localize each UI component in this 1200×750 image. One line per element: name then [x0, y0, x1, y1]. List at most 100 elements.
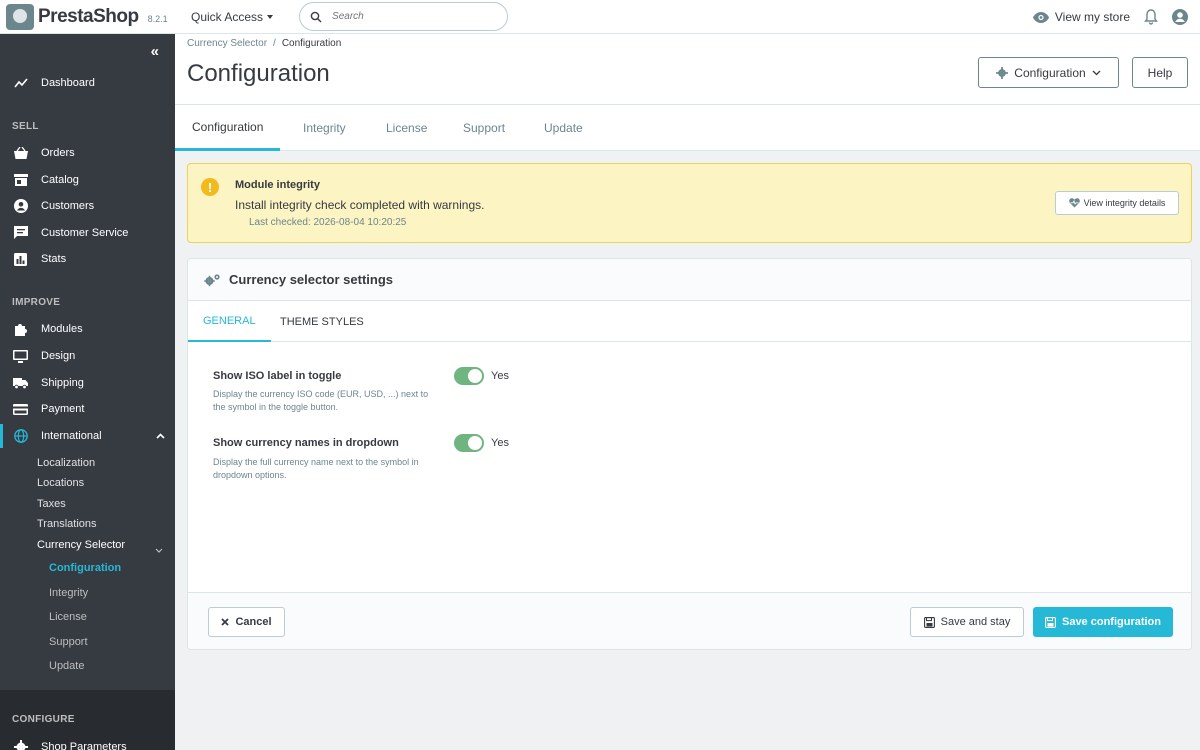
search-box[interactable]: [299, 2, 509, 31]
breadcrumb: Currency Selector / Configuration: [187, 38, 342, 49]
close-icon: [221, 618, 230, 626]
sidebar-item-international[interactable]: International: [0, 424, 175, 448]
sidebar-subitem-translations[interactable]: Translations: [37, 518, 97, 530]
save-and-stay-label: Save and stay: [940, 616, 1011, 628]
sidebar-item-label: International: [41, 430, 102, 442]
sidebar-configure-area: CONFIGURE Shop Parameters: [0, 690, 175, 750]
eye-icon: [1032, 11, 1049, 23]
section-improve: IMPROVE: [12, 297, 61, 308]
quick-access-dropdown[interactable]: Quick Access: [191, 9, 274, 24]
sidebar-item-orders[interactable]: Orders: [0, 141, 175, 165]
trending-up-icon: [13, 76, 28, 91]
sidebar-item-label: Payment: [41, 403, 85, 415]
sidebar-item-design[interactable]: Design: [0, 344, 175, 368]
sidebar-item-modules[interactable]: Modules: [0, 317, 175, 341]
collapse-sidebar-icon[interactable]: «: [151, 43, 159, 60]
view-my-store-link[interactable]: View my store: [1032, 10, 1130, 24]
sidebar-subitem-localization[interactable]: Localization: [37, 457, 95, 469]
warning-icon: !: [201, 178, 219, 196]
truck-icon: [13, 376, 28, 391]
sidebar-item-stats[interactable]: Stats: [0, 247, 175, 271]
sidebar-item-dashboard[interactable]: Dashboard: [0, 71, 175, 95]
card-title: Currency selector settings: [229, 272, 394, 287]
alert-title: Module integrity: [235, 179, 320, 191]
tab-support[interactable]: Support: [463, 105, 505, 151]
view-integrity-details-label: View integrity details: [1083, 198, 1166, 208]
view-integrity-details-button[interactable]: View integrity details: [1055, 191, 1179, 215]
chevron-down-icon: [1092, 70, 1101, 75]
section-configure: CONFIGURE: [12, 714, 75, 725]
sidebar-subitem-currency-selector[interactable]: Currency Selector: [37, 539, 125, 551]
sidebar-item-customer-service[interactable]: Customer Service: [0, 221, 175, 245]
quick-access-label: Quick Access: [191, 9, 264, 24]
page-tabs: Configuration Integrity License Support …: [175, 105, 1200, 151]
settings-subtabs: GENERAL THEME STYLES: [188, 301, 1191, 342]
help-button[interactable]: Help: [1132, 57, 1188, 88]
notifications-button[interactable]: [1144, 9, 1158, 25]
cancel-button[interactable]: Cancel: [208, 607, 285, 637]
sidebar-item-label: Shop Parameters: [41, 741, 127, 750]
search-input[interactable]: [332, 11, 493, 22]
page-header: Currency Selector / Configuration Configur…: [175, 34, 1200, 105]
gears-icon: [204, 273, 220, 286]
account-icon: [1172, 9, 1188, 25]
prestashop-logo-icon: [6, 3, 34, 30]
tab-configuration[interactable]: Configuration: [175, 105, 281, 151]
sidebar-subitem-support[interactable]: Support: [49, 636, 88, 648]
sidebar-item-label: Dashboard: [41, 77, 95, 89]
cancel-label: Cancel: [235, 616, 272, 628]
chat-icon: [13, 226, 28, 241]
gear-icon: [996, 66, 1009, 79]
credit-card-icon: [13, 402, 28, 417]
field-label-iso-toggle: Show ISO label in toggle: [213, 370, 342, 382]
bar-chart-icon: [13, 252, 28, 267]
search-icon: [310, 11, 322, 22]
sidebar-item-label: Customer Service: [41, 227, 129, 239]
sidebar-item-shipping[interactable]: Shipping: [0, 371, 175, 395]
breadcrumb-current: Configuration: [281, 38, 342, 49]
tab-update[interactable]: Update: [544, 105, 583, 151]
sidebar: « Dashboard SELL Orders Catalog Customer…: [0, 34, 175, 750]
sidebar-item-label: Design: [41, 350, 76, 362]
subtab-theme-styles[interactable]: THEME STYLES: [280, 301, 364, 342]
currency-names-toggle-value: Yes: [491, 437, 509, 449]
basket-icon: [13, 146, 28, 161]
sidebar-item-shop-parameters[interactable]: Shop Parameters: [0, 735, 175, 750]
currency-names-toggle-switch[interactable]: [454, 434, 484, 452]
save-and-stay-button[interactable]: Save and stay: [910, 607, 1024, 637]
chevron-down-icon: [155, 542, 163, 556]
chevron-up-icon: [156, 430, 165, 442]
sidebar-item-label: Customers: [41, 200, 95, 212]
integrity-warning-alert: ! Module integrity Install integrity che…: [187, 163, 1192, 243]
sidebar-item-label: Modules: [41, 323, 83, 335]
iso-label-toggle-switch[interactable]: [454, 367, 484, 385]
subtab-general[interactable]: GENERAL: [188, 301, 271, 342]
sidebar-subitem-update[interactable]: Update: [49, 660, 84, 672]
tab-integrity[interactable]: Integrity: [303, 105, 346, 151]
save-configuration-button[interactable]: Save configuration: [1033, 607, 1173, 637]
field-help-currency-names: Display the full currency name next to t…: [213, 457, 419, 480]
configuration-dropdown-button[interactable]: Configuration: [978, 57, 1119, 88]
store-icon: [13, 173, 28, 188]
sidebar-item-customers[interactable]: Customers: [0, 194, 175, 218]
account-button[interactable]: [1172, 9, 1188, 25]
sidebar-item-label: Shipping: [41, 377, 84, 389]
sidebar-subitem-taxes[interactable]: Taxes: [37, 498, 66, 510]
breadcrumb-parent[interactable]: Currency Selector: [187, 38, 267, 49]
monitor-icon: [13, 349, 28, 364]
logo[interactable]: PrestaShop 8.2.1: [0, 0, 175, 34]
sidebar-subitem-license[interactable]: License: [49, 611, 87, 623]
currency-settings-card: Currency selector settings GENERAL THEME…: [187, 258, 1192, 650]
sidebar-item-catalog[interactable]: Catalog: [0, 168, 175, 192]
save-icon: [923, 616, 935, 628]
sidebar-subitem-configuration[interactable]: Configuration: [49, 562, 121, 574]
sidebar-subitem-locations[interactable]: Locations: [37, 477, 84, 489]
configuration-button-label: Configuration: [1014, 65, 1086, 80]
field-help-iso-toggle: Display the currency ISO code (EUR, USD,…: [213, 389, 429, 412]
iso-label-toggle-value: Yes: [491, 370, 509, 382]
view-my-store-label: View my store: [1054, 10, 1130, 24]
card-footer: Cancel Save and stay Save configuration: [188, 592, 1191, 649]
sidebar-subitem-integrity[interactable]: Integrity: [49, 587, 88, 599]
tab-license[interactable]: License: [386, 105, 427, 151]
sidebar-item-payment[interactable]: Payment: [0, 397, 175, 421]
